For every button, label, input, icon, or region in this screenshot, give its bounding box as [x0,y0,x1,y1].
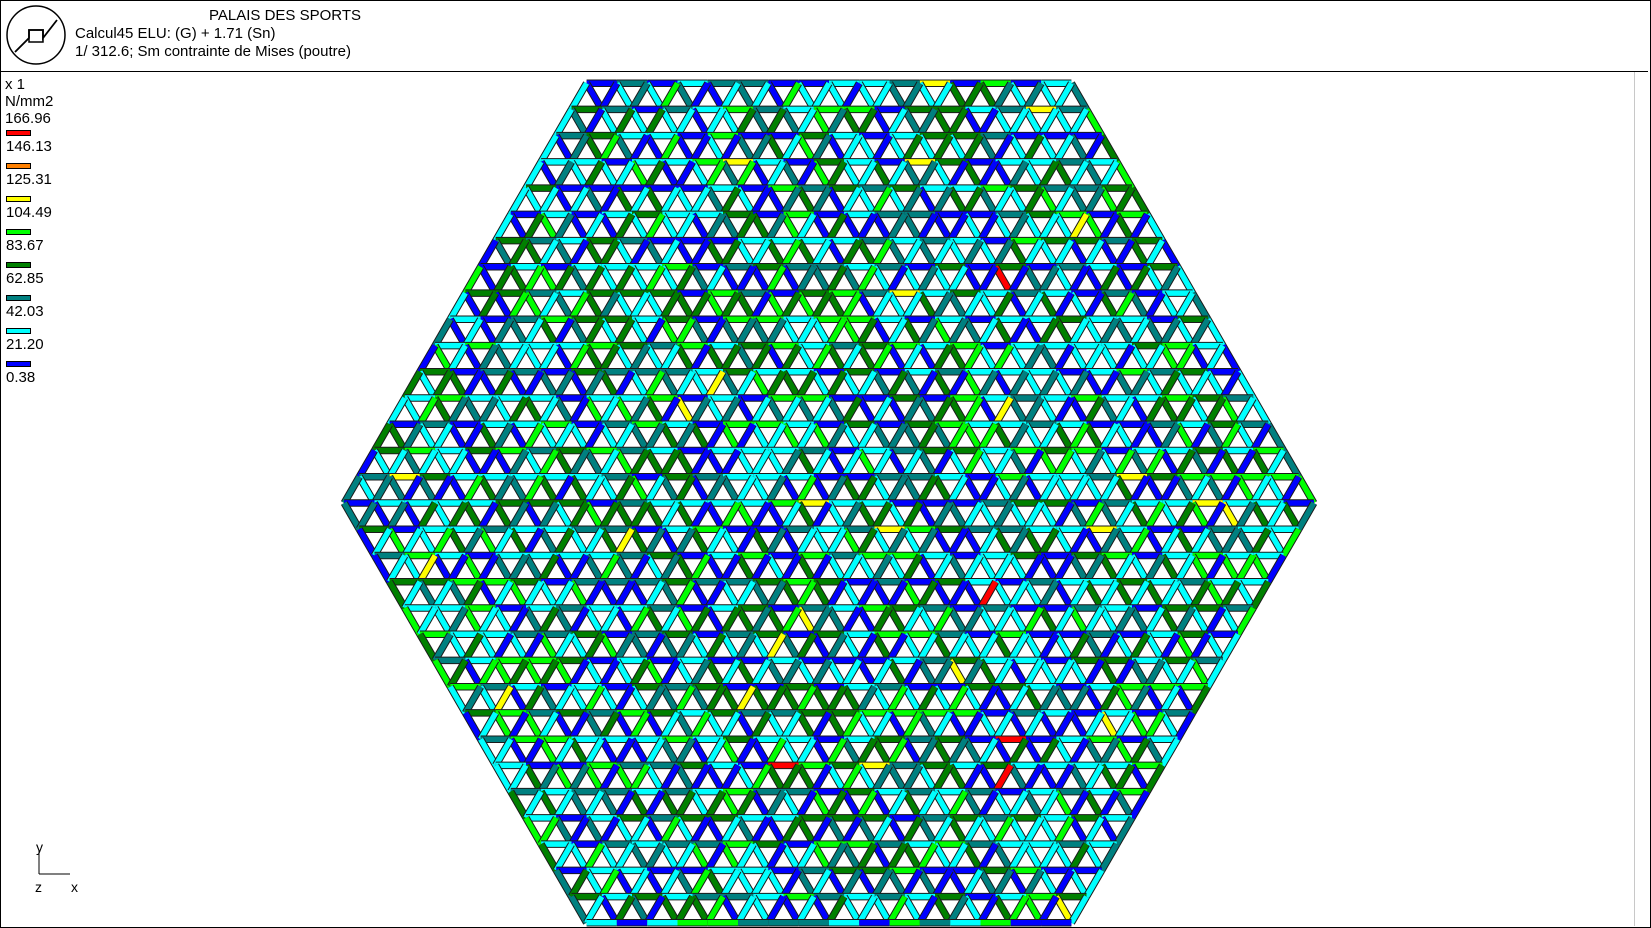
legend-unit: x 1 N/mm2 [5,76,54,110]
legend-entry: 83.67 [5,226,75,259]
legend-swatch [6,262,31,268]
legend-label: 125.31 [6,171,52,188]
legend-label: 104.49 [6,204,52,221]
project-title: PALAIS DES SPORTS [209,7,361,24]
legend-label: 83.67 [6,237,44,254]
legend-label: 146.13 [6,138,52,155]
load-combination-label: Calcul45 ELU: (G) + 1.71 (Sn) [75,25,276,42]
legend-entry: 62.85 [5,259,75,292]
legend-swatch [6,163,31,169]
legend-entry: 42.03 [5,292,75,325]
legend-swatch [6,229,31,235]
legend-entry: 146.13 [5,127,75,160]
legend-entry: 0.38 [5,358,75,391]
legend-swatch [6,361,31,367]
legend-label: 42.03 [6,303,44,320]
legend-entry: 104.49 [5,193,75,226]
legend-label: 21.20 [6,336,44,353]
legend-swatch [6,328,31,334]
legend-entry: 21.20 [5,325,75,358]
axis-triad: y z x [35,840,78,895]
header-panel: PALAIS DES SPORTS Calcul45 ELU: (G) + 1.… [1,1,1648,72]
software-logo-icon [6,5,66,65]
x-axis-label: x [71,879,78,895]
legend-entry: 125.31 [5,160,75,193]
legend-swatch [6,295,31,301]
legend-swatch [6,196,31,202]
legend-swatch [6,130,31,136]
result-description: 1/ 312.6; Sm contrainte de Mises (poutre… [75,43,351,60]
legend-label: 0.38 [6,369,36,386]
y-axis-label: y [36,840,43,855]
z-axis-label: z [35,879,42,895]
color-legend: x 1 N/mm2 166.96 146.13 125.31 104.49 83… [5,76,75,391]
legend-max-value: 166.96 [5,110,51,127]
vertical-scrollbar[interactable] [1634,72,1650,926]
legend-label: 62.85 [6,270,44,287]
viewport-frame [0,0,1651,928]
